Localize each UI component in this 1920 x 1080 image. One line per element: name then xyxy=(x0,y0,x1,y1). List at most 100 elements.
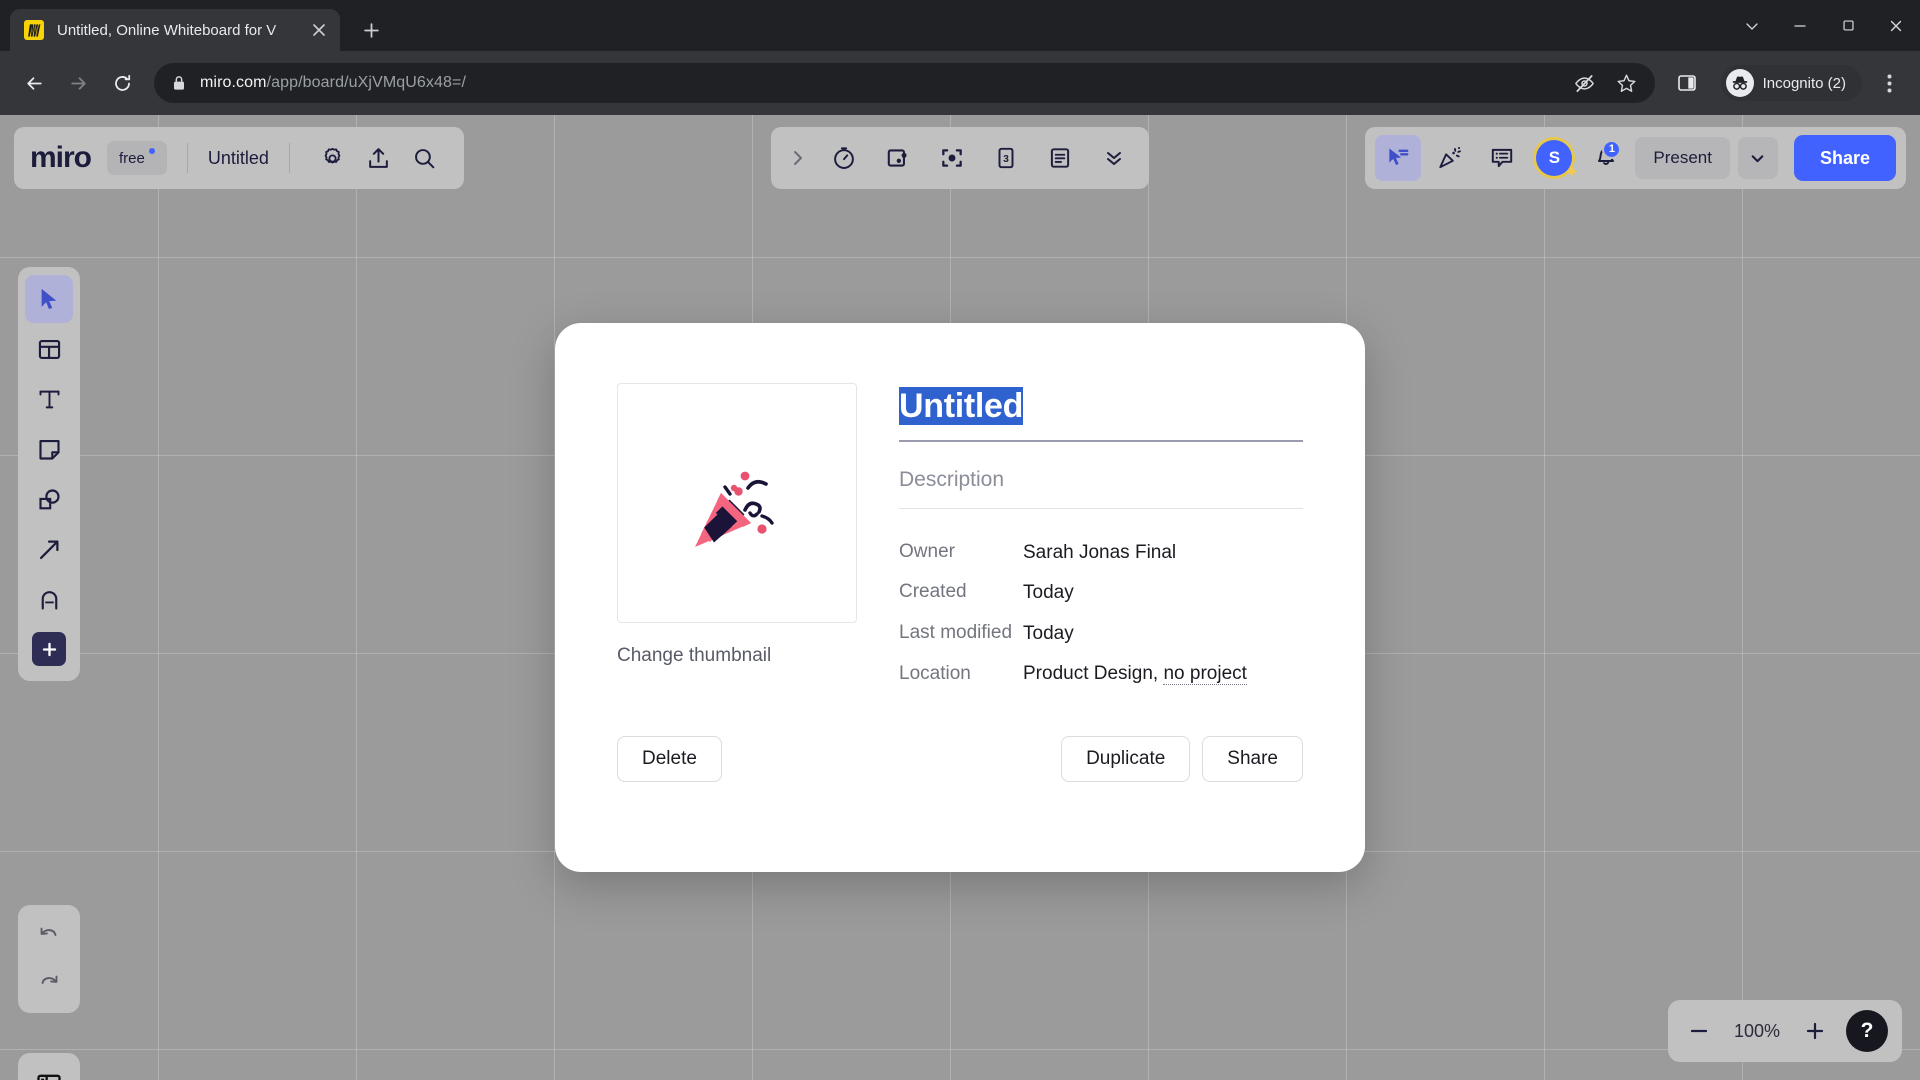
fields-column: Untitled Description Owner Sarah Jonas F… xyxy=(899,383,1303,702)
board-thumbnail[interactable] xyxy=(617,383,857,623)
browser-toolbar: miro.com/app/board/uXjVMqU6x48=/ Incogni… xyxy=(0,51,1920,115)
meta-row-location: Location Product Design, no project xyxy=(899,662,1303,686)
notifications-bell-icon[interactable]: 1 xyxy=(1583,135,1629,181)
profile-chip[interactable]: Incognito (2) xyxy=(1720,65,1862,101)
text-tool[interactable] xyxy=(25,375,73,423)
bell-wrapper: 1 xyxy=(1593,139,1622,174)
board-description-field[interactable]: Description xyxy=(899,468,1303,510)
window-controls xyxy=(1728,0,1920,51)
back-arrow-icon[interactable] xyxy=(14,63,54,103)
side-panel-icon[interactable] xyxy=(1667,63,1707,103)
modal-body: Change thumbnail Untitled Description Ow… xyxy=(617,383,1303,702)
new-tab-button[interactable] xyxy=(354,13,388,47)
avatar: S ✦ xyxy=(1536,140,1578,181)
tab-title: Untitled, Online Whiteboard for V xyxy=(57,21,277,39)
more-double-chevron-down-icon[interactable] xyxy=(1091,135,1137,181)
help-button[interactable]: ? xyxy=(1846,1010,1888,1052)
redo-icon[interactable] xyxy=(25,959,73,1007)
miro-favicon-icon xyxy=(24,20,44,40)
lock-icon xyxy=(172,75,186,91)
zoom-in-plus-icon[interactable] xyxy=(1798,1014,1832,1048)
url-path: /app/board/uXjVMqU6x48=/ xyxy=(266,74,467,91)
search-icon[interactable] xyxy=(402,135,448,181)
board-header-center: 3 xyxy=(771,127,1149,189)
comment-icon[interactable] xyxy=(1479,135,1525,181)
tracking-protection-icon[interactable] xyxy=(1571,69,1599,97)
sticky-note-tool[interactable] xyxy=(25,425,73,473)
close-window-button[interactable] xyxy=(1872,0,1920,51)
meta-label: Created xyxy=(899,581,967,603)
shapes-tool[interactable] xyxy=(25,475,73,523)
present-dropdown-chevron-down-icon[interactable] xyxy=(1737,137,1778,179)
toggle-side-panel-button[interactable] xyxy=(18,1053,80,1080)
address-bar[interactable]: miro.com/app/board/uXjVMqU6x48=/ xyxy=(154,63,1655,103)
notification-count-badge: 1 xyxy=(1602,139,1622,159)
settings-gear-icon[interactable] xyxy=(310,135,356,181)
plan-badge[interactable]: free xyxy=(107,141,167,175)
modal-actions-right: Duplicate Share xyxy=(1061,736,1303,783)
ai-assistant-avatar[interactable]: S ✦ xyxy=(1531,135,1578,181)
maximize-button[interactable] xyxy=(1824,0,1872,51)
url-domain: miro.com xyxy=(200,74,267,91)
miro-board-canvas[interactable]: miro free Untitled 3 S ✦ 1 Present Share… xyxy=(0,115,1920,1080)
description-placeholder: Description xyxy=(899,468,1005,492)
timer-icon[interactable] xyxy=(821,135,867,181)
sparkle-icon: ✦ xyxy=(1565,164,1579,181)
pen-tool[interactable] xyxy=(25,575,73,623)
minimize-button[interactable] xyxy=(1776,0,1824,51)
bookmark-star-icon[interactable] xyxy=(1613,69,1641,97)
cursor-chat-icon[interactable] xyxy=(1375,135,1422,181)
zoom-out-minus-icon[interactable] xyxy=(1682,1014,1716,1048)
forward-arrow-icon[interactable] xyxy=(58,63,98,103)
board-name-label[interactable]: Untitled xyxy=(208,148,269,169)
profile-label: Incognito (2) xyxy=(1762,74,1846,92)
zoom-level-label[interactable]: 100% xyxy=(1730,1021,1784,1042)
card-3-icon[interactable]: 3 xyxy=(983,135,1029,181)
svg-text:3: 3 xyxy=(1003,154,1009,165)
more-apps-tool[interactable] xyxy=(25,625,73,673)
board-title-field[interactable]: Untitled xyxy=(899,387,1303,443)
reload-icon[interactable] xyxy=(102,63,142,103)
document-icon[interactable] xyxy=(1037,135,1083,181)
undo-icon[interactable] xyxy=(25,911,73,959)
frame-icon[interactable] xyxy=(875,135,921,181)
divider xyxy=(288,143,290,173)
meta-value: Sarah Jonas Final xyxy=(1023,542,1177,564)
minimize-to-tray-button[interactable] xyxy=(1728,0,1776,51)
duplicate-button[interactable]: Duplicate xyxy=(1061,736,1191,783)
url-text: miro.com/app/board/uXjVMqU6x48=/ xyxy=(200,74,466,92)
board-header-left: miro free Untitled xyxy=(14,127,464,189)
miro-logo[interactable]: miro xyxy=(30,141,92,175)
omnibox-actions xyxy=(1571,69,1641,97)
board-details-modal: Change thumbnail Untitled Description Ow… xyxy=(555,323,1365,872)
expand-toolbar-chevron-right-icon[interactable] xyxy=(783,149,813,167)
board-title-value: Untitled xyxy=(899,387,1024,425)
browser-tab[interactable]: Untitled, Online Whiteboard for V xyxy=(10,9,340,51)
tool-rail xyxy=(18,267,80,681)
party-popper-reactions-icon[interactable] xyxy=(1427,135,1473,181)
zoom-controls: 100% ? xyxy=(1668,1000,1902,1062)
meta-value-location: Product Design, no project xyxy=(1023,662,1247,686)
templates-tool[interactable] xyxy=(25,325,73,373)
location-project-link[interactable]: no project xyxy=(1163,663,1247,686)
meta-value: Today xyxy=(1023,622,1074,644)
share-button[interactable]: Share xyxy=(1793,135,1896,181)
share-board-button[interactable]: Share xyxy=(1202,736,1303,783)
meta-row-last-modified: Last modified Today xyxy=(899,622,1303,646)
board-header-right: S ✦ 1 Present Share xyxy=(1365,127,1906,189)
focus-target-icon[interactable] xyxy=(929,135,975,181)
upload-export-icon[interactable] xyxy=(356,135,402,181)
browser-window: Untitled, Online Whiteboard for V miro.c… xyxy=(0,0,1920,1080)
plus-icon xyxy=(32,632,66,666)
select-tool[interactable] xyxy=(25,275,73,323)
change-thumbnail-button[interactable]: Change thumbnail xyxy=(617,645,857,667)
meta-label: Last modified xyxy=(899,621,1013,643)
kebab-menu-icon[interactable] xyxy=(1872,66,1906,100)
delete-button[interactable]: Delete xyxy=(617,736,722,783)
present-button[interactable]: Present xyxy=(1635,137,1730,179)
tab-close-icon[interactable] xyxy=(306,17,332,43)
divider xyxy=(186,143,188,173)
meta-value: Today xyxy=(1023,582,1074,604)
plan-badge-label: free xyxy=(119,149,145,167)
connector-arrow-tool[interactable] xyxy=(25,525,73,573)
